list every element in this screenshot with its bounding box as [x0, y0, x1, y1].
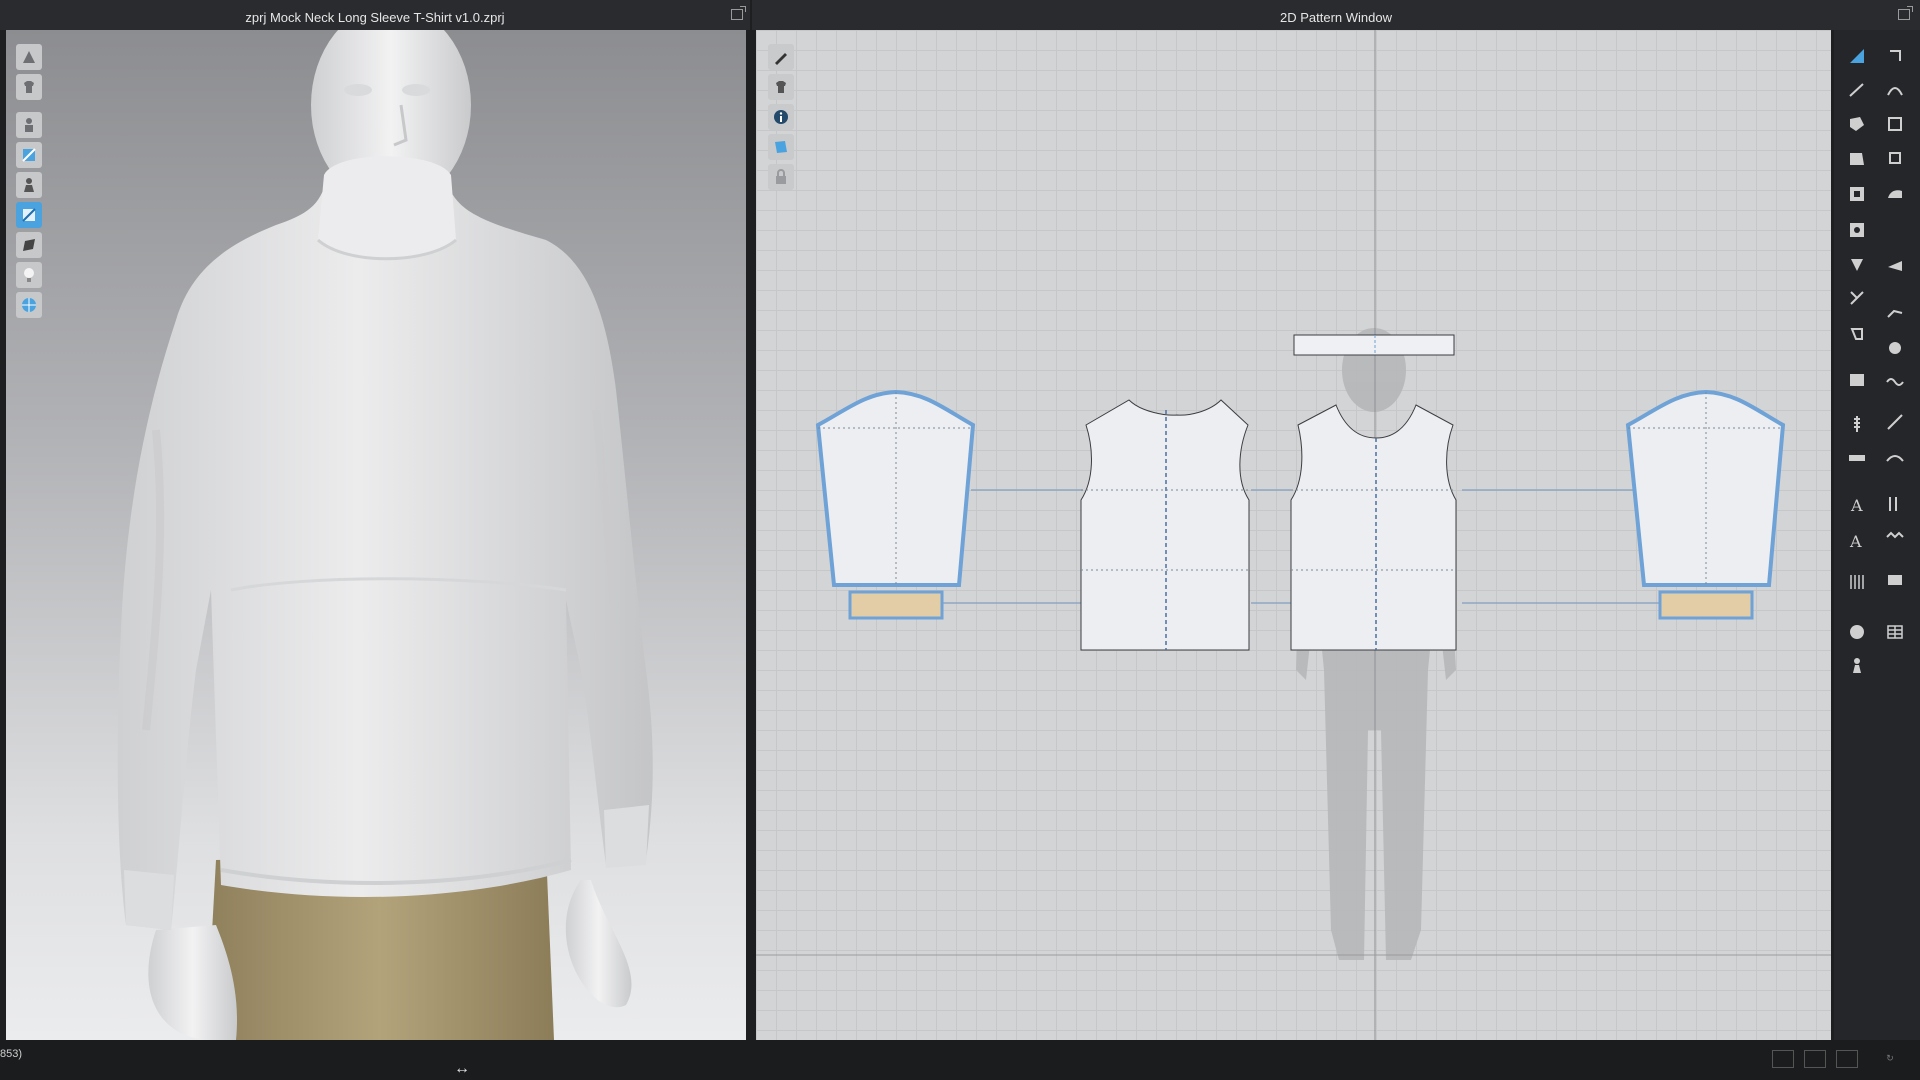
info-icon[interactable] [768, 104, 794, 130]
grading-icon[interactable] [1843, 568, 1871, 596]
edit-curve-point-icon[interactable] [1843, 76, 1871, 104]
ruler-icon[interactable] [1843, 444, 1871, 472]
internal-polygon-icon[interactable] [1843, 144, 1871, 172]
zipper-icon[interactable] [1843, 410, 1871, 438]
3d-viewport[interactable] [6, 30, 746, 1040]
trace-icon[interactable] [1843, 284, 1871, 312]
status-text: 853) [0, 1048, 23, 1060]
front-bodice-piece [1080, 399, 1250, 651]
iron-icon[interactable] [1881, 180, 1909, 208]
view2d-float-icon[interactable] [1898, 6, 1913, 20]
edit-curvature-icon[interactable] [1881, 76, 1909, 104]
back-bodice-piece [1290, 404, 1457, 651]
edit-pattern-icon[interactable] [1881, 42, 1909, 70]
table-icon[interactable] [1881, 618, 1909, 646]
pattern-tools-bar: A A [1834, 30, 1920, 1040]
segment-sewing-icon[interactable] [1843, 320, 1871, 348]
line-icon[interactable] [1881, 408, 1909, 436]
rectangle-icon[interactable] [1881, 110, 1909, 138]
refresh-icon[interactable]: ↻ [1880, 1050, 1900, 1066]
avatar-display-icon[interactable] [16, 112, 42, 138]
internal-circle-icon[interactable] [1843, 216, 1871, 244]
curve-measure-icon[interactable] [1881, 444, 1909, 472]
view2d-title-bar: 2D Pattern Window [752, 0, 1920, 30]
dart-icon[interactable] [1843, 250, 1871, 278]
mock-neck [318, 156, 456, 259]
view3d-float-icon[interactable] [731, 6, 746, 20]
lock-icon[interactable] [768, 164, 794, 190]
single-view-icon[interactable] [1772, 1050, 1794, 1068]
svg-text:A: A [1849, 532, 1862, 551]
status-bar: 853) ↔ ↻ [0, 1040, 1920, 1080]
garment-render-icon[interactable] [16, 202, 42, 228]
left-cuff-piece [848, 590, 944, 620]
pattern-canvas [756, 30, 1831, 1040]
fabric-icon[interactable] [768, 134, 794, 160]
free-sewing-icon[interactable] [1881, 300, 1909, 328]
2d-view-icon[interactable] [1836, 1050, 1858, 1068]
wave-icon[interactable] [1881, 524, 1909, 552]
grid-icon[interactable] [16, 292, 42, 318]
garment-icon[interactable] [768, 74, 794, 100]
2d-pattern-window[interactable] [756, 30, 1831, 1040]
resize-handle-icon[interactable]: ↔ [454, 1060, 470, 1078]
right-cuff-piece [1658, 590, 1754, 620]
avatar-visibility-icon[interactable] [16, 172, 42, 198]
avatar-pose-icon[interactable] [16, 44, 42, 70]
texture-surface-icon[interactable] [16, 232, 42, 258]
fabric-texture-icon[interactable] [16, 142, 42, 168]
view3d-toolbar [16, 44, 42, 318]
internal-rectangle-icon[interactable] [1843, 180, 1871, 208]
svg-text:A: A [1850, 496, 1863, 515]
graphic-icon[interactable] [1881, 566, 1909, 594]
transform-pattern-icon[interactable] [1843, 42, 1871, 70]
seam-allowance-icon[interactable] [1881, 490, 1909, 518]
puckering-icon[interactable] [1881, 368, 1909, 396]
view2d-title: 2D Pattern Window [1280, 10, 1392, 25]
avatar-garment-render [117, 30, 653, 1040]
right-hand [565, 880, 632, 1008]
right-cuff [604, 805, 649, 868]
collar-piece [1293, 334, 1455, 356]
left-cuff [124, 870, 174, 930]
pen-icon[interactable] [768, 44, 794, 70]
shirt-body [117, 180, 653, 930]
text-edit-icon[interactable]: A [1843, 526, 1871, 554]
3d-view-icon[interactable] [1804, 1050, 1826, 1068]
tack-icon[interactable] [1881, 334, 1909, 362]
view3d-title: zprj Mock Neck Long Sleeve T-Shirt v1.0.… [245, 10, 505, 25]
garment-display-icon[interactable] [16, 74, 42, 100]
add-point-icon[interactable] [1881, 144, 1909, 172]
fold-arrangement-icon[interactable] [1843, 366, 1871, 394]
view2d-toolbar [768, 44, 794, 190]
view3d-title-bar: zprj Mock Neck Long Sleeve T-Shirt v1.0.… [0, 0, 750, 30]
avatar-pin-icon[interactable] [1843, 652, 1871, 680]
fold-icon[interactable] [1881, 252, 1909, 280]
button-tool-icon[interactable] [1843, 618, 1871, 646]
polygon-icon[interactable] [1843, 110, 1871, 138]
text-annotation-icon[interactable]: A [1843, 490, 1871, 518]
light-icon[interactable] [16, 262, 42, 288]
